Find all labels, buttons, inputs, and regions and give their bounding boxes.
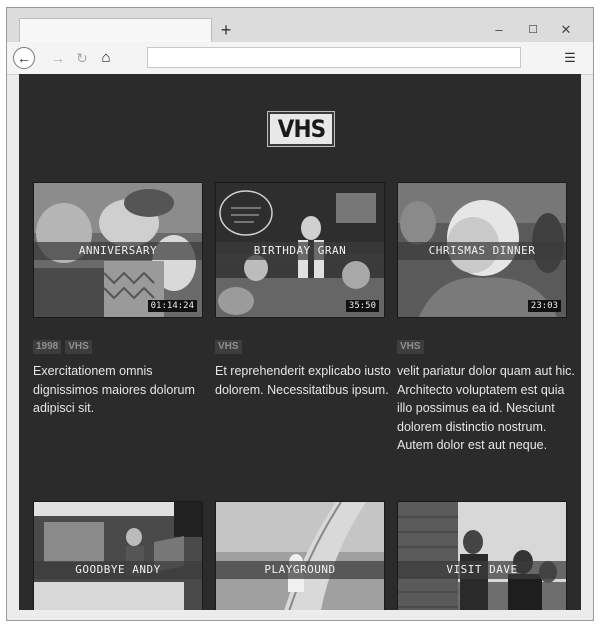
new-tab-button[interactable]: + (215, 19, 237, 41)
home-button[interactable]: ⌂ (95, 47, 117, 69)
video-description: Exercitationem omnis dignissimos maiores… (33, 364, 195, 415)
video-title: ANNIVERSARY (34, 242, 202, 260)
back-button[interactable]: ← (13, 47, 35, 69)
video-title: GOODBYE ANDY (34, 561, 202, 579)
minimize-button[interactable]: – (485, 19, 513, 41)
browser-tab[interactable] (19, 18, 212, 42)
video-duration: 35:50 (345, 300, 379, 312)
thumbnail-image (216, 502, 384, 610)
tag-badge[interactable]: VHS (65, 340, 92, 354)
tag-list: 1998 VHS (33, 336, 96, 354)
browser-toolbar: ← → ↻ ⌂ ☰ (7, 42, 593, 75)
tag-badge[interactable]: 1998 (33, 340, 62, 354)
video-title: VISIT DAVE (398, 561, 566, 579)
video-thumbnail[interactable]: CHRISMAS DINNER 23:03 (397, 182, 567, 318)
video-title: CHRISMAS DINNER (398, 242, 566, 260)
tag-list: VHS (215, 336, 246, 354)
vhs-logo[interactable]: VHS (267, 111, 335, 147)
page-content: VHS ANNIVERSARY 01:14:24 1998 VHS Exerci… (19, 74, 581, 610)
video-duration: 23:03 (527, 300, 561, 312)
address-bar[interactable] (147, 47, 521, 68)
video-thumbnail[interactable]: PLAYGROUND (215, 501, 385, 610)
thumbnail-image (34, 502, 202, 610)
video-thumbnail[interactable]: ANNIVERSARY 01:14:24 (33, 182, 203, 318)
logo-text: VHS (277, 115, 326, 143)
video-title: PLAYGROUND (216, 561, 384, 579)
video-thumbnail[interactable]: VISIT DAVE (397, 501, 567, 610)
tag-badge[interactable]: VHS (397, 340, 424, 354)
video-thumbnail[interactable]: GOODBYE ANDY (33, 501, 203, 610)
tag-list: VHS (397, 336, 428, 354)
tab-bar: + – ☐ ✕ (7, 8, 593, 42)
video-description: velit pariatur dolor quam aut hic. Archi… (397, 364, 575, 452)
close-window-button[interactable]: ✕ (552, 19, 580, 41)
reload-button[interactable]: ↻ (71, 47, 93, 69)
video-title: BIRTHDAY GRAN (216, 242, 384, 260)
tag-badge[interactable]: VHS (215, 340, 242, 354)
thumbnail-image (398, 502, 566, 610)
maximize-button[interactable]: ☐ (519, 19, 547, 41)
forward-button[interactable]: → (47, 47, 69, 69)
browser-window: + – ☐ ✕ ← → ↻ ⌂ ☰ VHS ANNIVERSARY 01:14:… (6, 7, 594, 621)
video-description: Et reprehenderit explicabo iusto dolorem… (215, 364, 391, 397)
video-thumbnail[interactable]: BIRTHDAY GRAN 35:50 (215, 182, 385, 318)
video-duration: 01:14:24 (147, 300, 197, 312)
menu-button[interactable]: ☰ (559, 47, 581, 69)
